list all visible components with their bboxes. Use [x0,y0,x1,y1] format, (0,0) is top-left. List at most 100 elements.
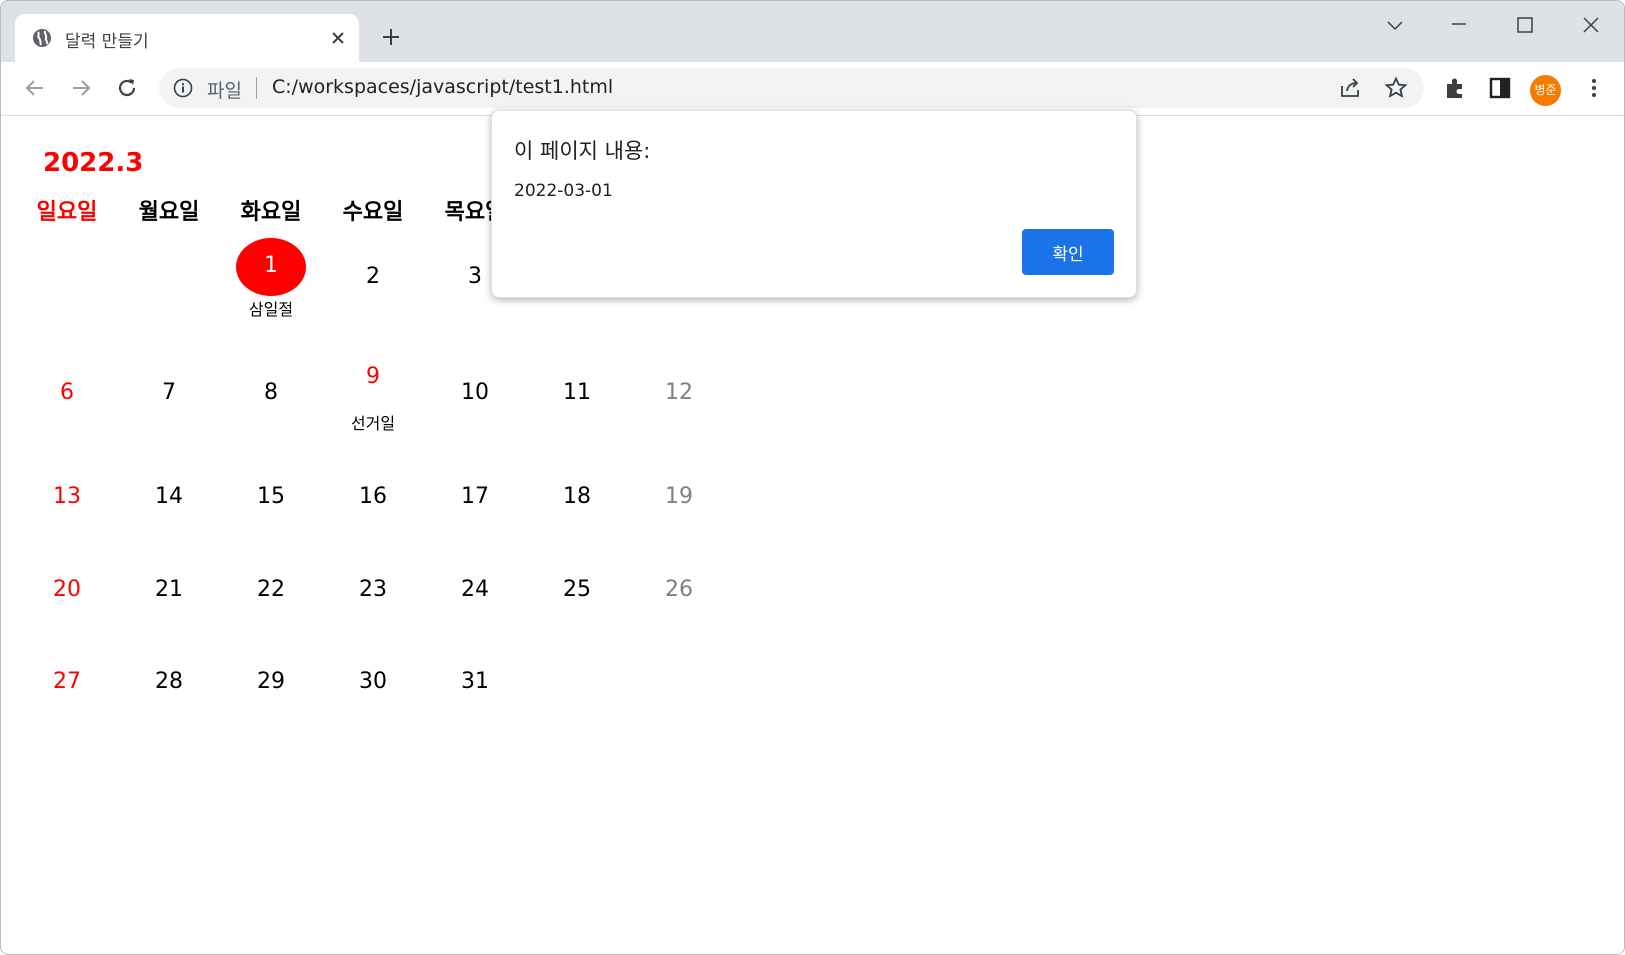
calendar-day-number: 25 [563,577,591,602]
calendar-day-number: 30 [359,669,387,694]
calendar-day-cell[interactable]: 16 [322,458,424,551]
window-close-icon[interactable] [1569,11,1613,41]
holiday-label: 삼일절 [248,300,294,319]
plus-icon[interactable] [379,25,403,49]
weekday-header: 일요일 [36,200,98,225]
star-icon[interactable] [1384,76,1408,100]
calendar-day-cell[interactable]: 18 [526,458,628,551]
reload-icon[interactable] [113,74,141,102]
calendar-week-row: 27 28 29 30 31 [16,643,730,735]
calendar-day-number: 24 [461,577,489,602]
calendar-day-cell[interactable]: 29 [220,643,322,735]
calendar-day-cell[interactable]: 22 [220,551,322,643]
calendar-week-row: 20 21 22 23 24 25 26 [16,551,730,643]
calendar-body: 1삼일절23456789선거일1011121314151617181920212… [16,238,730,735]
extensions-icon[interactable] [1442,75,1468,101]
calendar-day-number: 6 [60,380,74,405]
close-icon[interactable] [327,27,349,49]
back-arrow-icon[interactable] [21,74,49,102]
calendar-day-cell[interactable]: 8 [220,354,322,458]
calendar-day-cell [628,643,730,735]
calendar-day-number: 19 [665,484,693,509]
address-scheme: 파일 [207,80,242,102]
calendar-day-cell[interactable]: 1 삼일절 [220,238,322,354]
more-menu-icon[interactable] [1581,75,1607,101]
calendar-week-row: 13 14 15 16 17 18 19 [16,458,730,551]
calendar-day-number: 31 [461,669,489,694]
calendar-day-number: 21 [155,577,183,602]
chevron-down-icon[interactable] [1373,11,1417,41]
holiday-label: 선거일 [350,414,396,433]
calendar-day-cell[interactable]: 30 [322,643,424,735]
calendar-day-number: 10 [461,380,489,405]
calendar-day-cell[interactable]: 9 선거일 [322,354,424,458]
calendar-day-number: 23 [359,577,387,602]
calendar-day-cell[interactable]: 14 [118,458,220,551]
calendar-day-number: 14 [155,484,183,509]
calendar-day-cell[interactable]: 21 [118,551,220,643]
profile-avatar[interactable]: 병준 [1530,75,1561,106]
calendar-day-number: 1 [264,253,278,278]
calendar-day-cell[interactable]: 13 [16,458,118,551]
calendar-day-number [16,238,118,264]
calendar-day-number: 27 [53,669,81,694]
calendar-day-number: 15 [257,484,285,509]
calendar-day-number: 26 [665,577,693,602]
calendar-day-cell[interactable]: 7 [118,354,220,458]
calendar-day-cell[interactable]: 17 [424,458,526,551]
globe-icon [33,29,51,47]
calendar-day-number: 11 [563,380,591,405]
share-icon[interactable] [1338,76,1362,100]
calendar-day-cell[interactable]: 23 [322,551,424,643]
calendar-day-number: 18 [563,484,591,509]
calendar-day-number [628,643,730,669]
browser-window: 달력 만들기 파일 C:/workspaces/javascript/test1… [0,0,1625,955]
calendar-day-number: 16 [359,484,387,509]
tab-title: 달력 만들기 [65,32,149,52]
alert-dialog: 이 페이지 내용: 2022-03-01 확인 [491,110,1137,298]
calendar-day-cell[interactable]: 15 [220,458,322,551]
info-icon[interactable] [173,78,193,98]
calendar-day-cell[interactable]: 28 [118,643,220,735]
address-url[interactable]: C:/workspaces/javascript/test1.html [272,76,613,98]
calendar-day-cell[interactable]: 27 [16,643,118,735]
calendar-day-number: 8 [264,380,278,405]
calendar-day-cell[interactable]: 24 [424,551,526,643]
calendar-day-cell[interactable]: 12 [628,354,730,458]
calendar-day-cell[interactable]: 26 [628,551,730,643]
side-panel-icon[interactable] [1487,75,1513,101]
maximize-icon[interactable] [1503,11,1547,41]
forward-arrow-icon[interactable] [67,74,95,102]
calendar-title: 2022.3 [43,148,144,178]
address-separator [256,77,257,99]
calendar-day-cell[interactable]: 6 [16,354,118,458]
calendar-day-number: 17 [461,484,489,509]
calendar-day-cell[interactable]: 11 [526,354,628,458]
calendar-day-cell [118,238,220,354]
weekday-header: 수요일 [342,200,404,225]
tab-strip: 달력 만들기 [1,1,1624,62]
calendar-day-cell [16,238,118,354]
ok-button[interactable]: 확인 [1022,229,1114,275]
calendar-day-number [118,238,220,264]
calendar-day-number: 9 [366,364,380,389]
calendar-day-number: 13 [53,484,81,509]
calendar-day-number: 29 [257,669,285,694]
address-bar[interactable]: 파일 C:/workspaces/javascript/test1.html [159,68,1424,108]
calendar-day-cell[interactable]: 20 [16,551,118,643]
calendar-day-cell[interactable]: 19 [628,458,730,551]
calendar-day-number: 2 [366,264,380,289]
calendar-day-number [526,643,628,669]
minimize-icon[interactable] [1437,11,1481,41]
calendar-day-cell[interactable]: 31 [424,643,526,735]
calendar-day-cell[interactable]: 25 [526,551,628,643]
dialog-message: 2022-03-01 [514,181,613,201]
browser-toolbar: 파일 C:/workspaces/javascript/test1.html 병… [1,62,1624,116]
calendar-day-cell[interactable]: 10 [424,354,526,458]
calendar-day-cell [526,643,628,735]
calendar-day-cell[interactable]: 2 [322,238,424,354]
calendar-day-number: 20 [53,577,81,602]
calendar-day-number: 28 [155,669,183,694]
tab-active[interactable]: 달력 만들기 [15,14,359,62]
dialog-title: 이 페이지 내용: [514,139,651,163]
